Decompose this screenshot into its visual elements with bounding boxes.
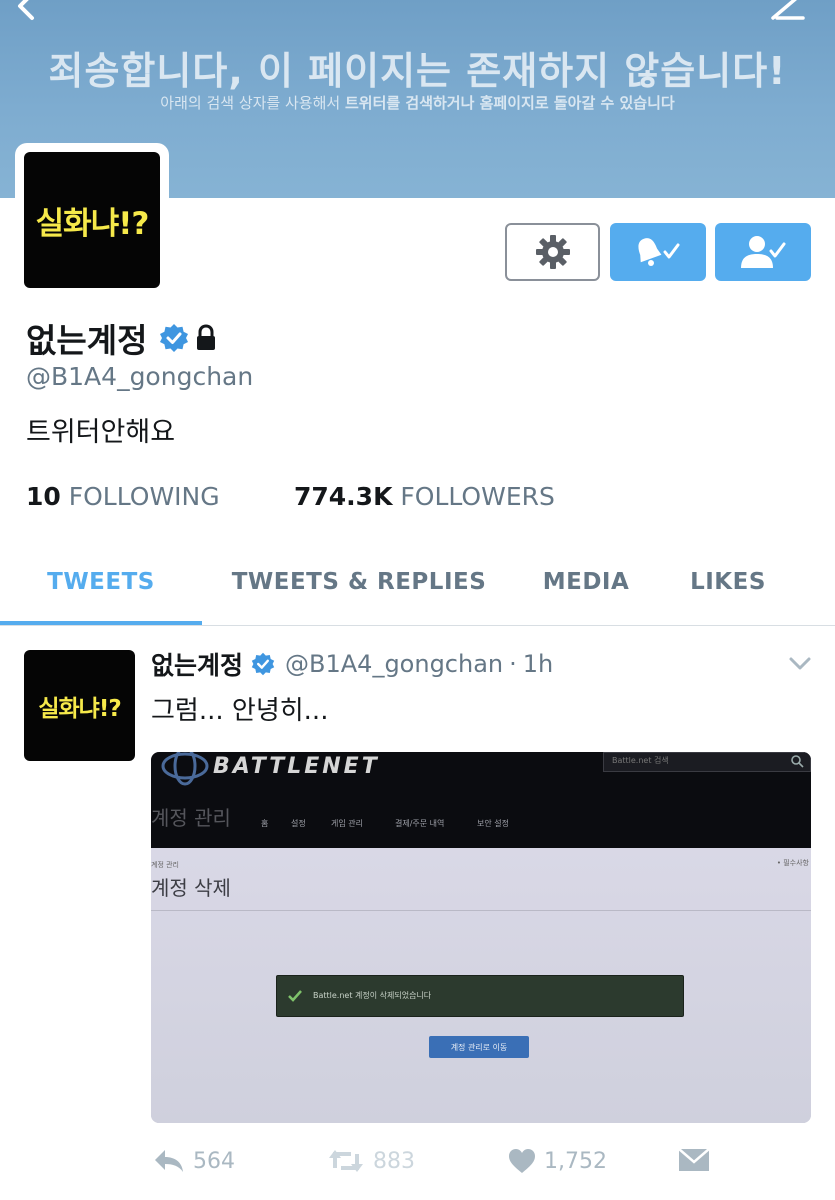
photo-success-message: Battle.net 계정이 삭제되었습니다 [313, 991, 432, 1000]
tab-tweets[interactable]: TWEETS [0, 540, 202, 624]
photo-nav-item: 보안 설정 [477, 819, 509, 828]
tab-media[interactable]: MEDIA [524, 540, 648, 624]
following-stat[interactable]: 10 FOLLOWING [26, 482, 220, 511]
display-name: 없는계정 [26, 321, 148, 360]
followers-label: FOLLOWERS [400, 482, 555, 511]
back-chevron-icon[interactable] [10, 0, 40, 22]
photo-page-heading: 계정 삭제 [151, 876, 231, 900]
photo-search-placeholder: Battle.net 검색 [612, 756, 669, 765]
battlenet-logo: BATTLENET [213, 754, 380, 779]
photo-divider [151, 910, 811, 911]
error-subtitle-bold: 트위터를 검색하거나 홈페이지로 돌아갈 수 있습니다 [344, 94, 675, 112]
tweet-separator: · [509, 650, 517, 678]
tweet-author-handle[interactable]: @B1A4_gongchan [285, 650, 503, 678]
search-icon [791, 755, 804, 768]
photo-nav-item: 결제/주문 내역 [395, 819, 445, 828]
verified-badge-icon [160, 324, 189, 352]
verified-badge-icon [251, 652, 275, 676]
photo-success-banner: Battle.net 계정이 삭제되었습니다 [276, 975, 684, 1017]
tweet-text: 그럼... 안녕히... [151, 696, 329, 726]
profile-tabs: TWEETS TWEETS & REPLIES MEDIA LIKES [0, 540, 835, 626]
direct-message-button[interactable] [678, 1148, 718, 1172]
retweet-icon [329, 1150, 363, 1172]
following-count: 10 [26, 482, 61, 511]
profile-name-row: 없는계정 [26, 314, 217, 362]
photo-site-header: BATTLENET Battle.net 검색 계정 관리 홈 설정 게임 관리… [151, 752, 811, 848]
like-count: 1,752 [544, 1148, 607, 1174]
tweet-timestamp[interactable]: 1h [523, 650, 553, 678]
followers-stat[interactable]: 774.3K FOLLOWERS [294, 482, 555, 511]
error-subtitle-plain: 아래의 검색 상자를 사용해서 [160, 94, 345, 112]
photo-required-note: • 필수사항 [776, 859, 809, 867]
tab-tweets-and-replies[interactable]: TWEETS & REPLIES [218, 540, 500, 624]
lock-icon [197, 324, 216, 350]
following-label: FOLLOWING [68, 482, 220, 511]
profile-avatar-image: 실화냐!? [24, 152, 160, 288]
checkmark-icon [288, 990, 302, 1002]
chevron-down-icon[interactable] [788, 656, 812, 672]
reply-count: 564 [193, 1148, 235, 1174]
compose-icon[interactable] [769, 0, 807, 24]
person-check-icon [741, 236, 786, 268]
error-title: 죄송합니다, 이 페이지는 존재하지 않습니다! [48, 49, 787, 93]
followers-count: 774.3K [294, 482, 393, 511]
profile-avatar[interactable]: 실화냐!? [15, 143, 169, 297]
photo-nav-item: 홈 [261, 819, 269, 828]
tweet-author-name[interactable]: 없는계정 [151, 646, 243, 682]
reply-icon [155, 1150, 183, 1172]
gear-icon [535, 235, 570, 269]
active-tab-indicator [0, 621, 202, 625]
following-button[interactable] [715, 223, 811, 281]
tweet-avatar-text: 실화냐!? [38, 695, 121, 722]
photo-breadcrumb: 계정 관리 [151, 861, 179, 869]
bell-check-icon [638, 238, 680, 266]
battlenet-globe-icon [161, 752, 209, 786]
like-button[interactable]: 1,752 [508, 1148, 607, 1174]
profile-avatar-text: 실화냐!? [35, 205, 150, 242]
tab-likes[interactable]: LIKES [672, 540, 784, 624]
error-subtitle: 아래의 검색 상자를 사용해서 트위터를 검색하거나 홈페이지로 돌아갈 수 있… [0, 92, 835, 113]
heart-icon [509, 1149, 535, 1173]
retweet-count: 883 [373, 1148, 415, 1174]
retweet-button[interactable]: 883 [327, 1148, 415, 1174]
tweet-header: 없는계정 @B1A4_gongchan · 1h [151, 646, 553, 682]
notifications-button[interactable] [610, 223, 706, 281]
reply-button[interactable]: 564 [153, 1148, 235, 1174]
photo-account-button: 계정 관리로 이동 [429, 1036, 529, 1058]
settings-button[interactable] [505, 223, 600, 281]
tweet-avatar[interactable]: 실화냐!? [24, 650, 135, 761]
photo-nav-item: 게임 관리 [331, 819, 363, 828]
photo-page-body: 계정 관리 • 필수사항 계정 삭제 Battle.net 계정이 삭제되었습니… [151, 848, 811, 1123]
photo-search-box: Battle.net 검색 [603, 752, 811, 772]
profile-handle: @B1A4_gongchan [26, 362, 254, 391]
photo-section-title: 계정 관리 [151, 806, 231, 830]
tweet-photo[interactable]: BATTLENET Battle.net 검색 계정 관리 홈 설정 게임 관리… [151, 752, 811, 1123]
envelope-icon [678, 1148, 710, 1171]
photo-nav-item: 설정 [291, 819, 306, 828]
profile-bio: 트위터안해요 [26, 417, 176, 448]
